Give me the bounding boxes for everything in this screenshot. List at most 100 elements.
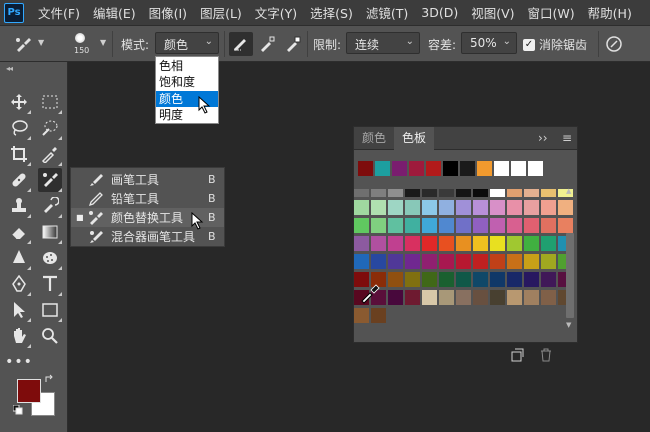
- recent-swatch[interactable]: [409, 161, 424, 176]
- color-swatch[interactable]: [524, 290, 539, 305]
- eyedropper-tool[interactable]: [38, 142, 62, 166]
- color-swatch[interactable]: [507, 272, 522, 287]
- color-swatch[interactable]: [388, 272, 403, 287]
- color-swatch[interactable]: [473, 236, 488, 251]
- color-swatch[interactable]: [541, 254, 556, 269]
- recent-swatch[interactable]: [443, 161, 458, 176]
- new-swatch-icon[interactable]: [510, 348, 524, 362]
- color-swatch[interactable]: [507, 290, 522, 305]
- color-swatch[interactable]: [456, 290, 471, 305]
- color-swatch[interactable]: [507, 218, 522, 233]
- color-swatch[interactable]: [490, 218, 505, 233]
- color-swatch[interactable]: [541, 200, 556, 215]
- color-swatch[interactable]: [371, 308, 386, 323]
- scroll-up-icon[interactable]: ▲: [566, 187, 571, 195]
- sampling-continuous-button[interactable]: [229, 32, 253, 56]
- menu-file[interactable]: 文件(F): [38, 3, 80, 22]
- trash-icon[interactable]: [539, 348, 553, 362]
- color-swatch[interactable]: [456, 254, 471, 269]
- color-swatch[interactable]: [371, 200, 386, 215]
- type-tool[interactable]: [38, 272, 62, 296]
- color-swatch[interactable]: [422, 218, 437, 233]
- color-swatch[interactable]: [439, 200, 454, 215]
- antialias-checkbox[interactable]: ✓: [523, 39, 535, 51]
- color-swatch[interactable]: [405, 272, 420, 287]
- color-swatch[interactable]: [405, 200, 420, 215]
- scroll-thumb[interactable]: [566, 233, 574, 318]
- color-swatch[interactable]: [405, 218, 420, 233]
- mode-option-hue[interactable]: 色相: [156, 58, 218, 74]
- color-swatch[interactable]: [524, 236, 539, 251]
- menu-type[interactable]: 文字(Y): [255, 3, 297, 22]
- color-swatch[interactable]: [388, 218, 403, 233]
- flyout-item-brush[interactable]: 画笔工具 B: [71, 170, 224, 189]
- color-swatch[interactable]: [405, 290, 420, 305]
- menu-window[interactable]: 窗口(W): [528, 3, 575, 22]
- color-swatch[interactable]: [422, 200, 437, 215]
- color-swatch[interactable]: [456, 272, 471, 287]
- color-swatch[interactable]: [354, 236, 369, 251]
- crop-tool[interactable]: [7, 142, 31, 166]
- color-swatch[interactable]: [524, 272, 539, 287]
- lasso-tool[interactable]: [7, 116, 31, 140]
- color-swatch[interactable]: [439, 272, 454, 287]
- color-swatch[interactable]: [388, 200, 403, 215]
- mode-select[interactable]: 颜色 ⌄: [155, 32, 219, 54]
- brush-picker-chevron-icon[interactable]: ▼: [100, 38, 106, 47]
- menu-3d[interactable]: 3D(D): [421, 5, 458, 20]
- recent-swatch[interactable]: [511, 161, 526, 176]
- sampling-background-button[interactable]: [281, 32, 305, 56]
- mode-option-saturation[interactable]: 饱和度: [156, 74, 218, 90]
- menu-layer[interactable]: 图层(L): [200, 3, 242, 22]
- hand-tool[interactable]: [7, 324, 31, 348]
- color-swatch[interactable]: [507, 200, 522, 215]
- color-swatch[interactable]: [439, 218, 454, 233]
- tab-color[interactable]: 颜色: [354, 127, 394, 150]
- color-swatch[interactable]: [507, 189, 522, 197]
- color-swatch[interactable]: [473, 189, 488, 197]
- scroll-down-icon[interactable]: ▼: [566, 321, 571, 329]
- color-swatch[interactable]: [456, 189, 471, 197]
- color-swatch[interactable]: [473, 290, 488, 305]
- edit-toolbar-button[interactable]: •••: [5, 350, 32, 374]
- color-swatch[interactable]: [422, 189, 437, 197]
- recent-swatch[interactable]: [528, 161, 543, 176]
- blur-tool[interactable]: [7, 246, 31, 270]
- color-swatch[interactable]: [439, 236, 454, 251]
- tab-swatches[interactable]: 色板: [394, 127, 435, 150]
- color-swatch[interactable]: [456, 218, 471, 233]
- color-swatch[interactable]: [371, 236, 386, 251]
- brush-tool-group[interactable]: [38, 168, 62, 192]
- history-brush-tool[interactable]: [38, 194, 62, 218]
- clone-stamp-tool[interactable]: [7, 194, 31, 218]
- color-swatch[interactable]: [490, 290, 505, 305]
- color-swatch[interactable]: [354, 189, 369, 197]
- panel-menu-icon[interactable]: ≡: [562, 131, 572, 145]
- photoshop-logo[interactable]: Ps: [4, 2, 24, 23]
- color-swatch[interactable]: [473, 254, 488, 269]
- color-swatch[interactable]: [405, 236, 420, 251]
- color-swatch[interactable]: [371, 254, 386, 269]
- color-swatch[interactable]: [371, 189, 386, 197]
- color-swatch[interactable]: [439, 189, 454, 197]
- color-swatch[interactable]: [541, 218, 556, 233]
- color-swatch[interactable]: [422, 236, 437, 251]
- color-swatch[interactable]: [371, 218, 386, 233]
- rectangle-tool[interactable]: [38, 298, 62, 322]
- color-swatch[interactable]: [524, 218, 539, 233]
- color-swatch[interactable]: [541, 189, 556, 197]
- color-swatch[interactable]: [490, 236, 505, 251]
- brush-tip-preview[interactable]: [75, 33, 85, 43]
- move-tool[interactable]: [7, 90, 31, 114]
- color-swatch[interactable]: [524, 189, 539, 197]
- recent-swatch[interactable]: [494, 161, 509, 176]
- color-swatch[interactable]: [422, 272, 437, 287]
- menu-image[interactable]: 图像(I): [149, 3, 187, 22]
- menu-help[interactable]: 帮助(H): [588, 3, 632, 22]
- color-swatch[interactable]: [422, 254, 437, 269]
- color-swatch[interactable]: [354, 254, 369, 269]
- color-swatch[interactable]: [354, 200, 369, 215]
- color-swatch[interactable]: [456, 200, 471, 215]
- color-swatch[interactable]: [473, 218, 488, 233]
- color-swatch[interactable]: [354, 308, 369, 323]
